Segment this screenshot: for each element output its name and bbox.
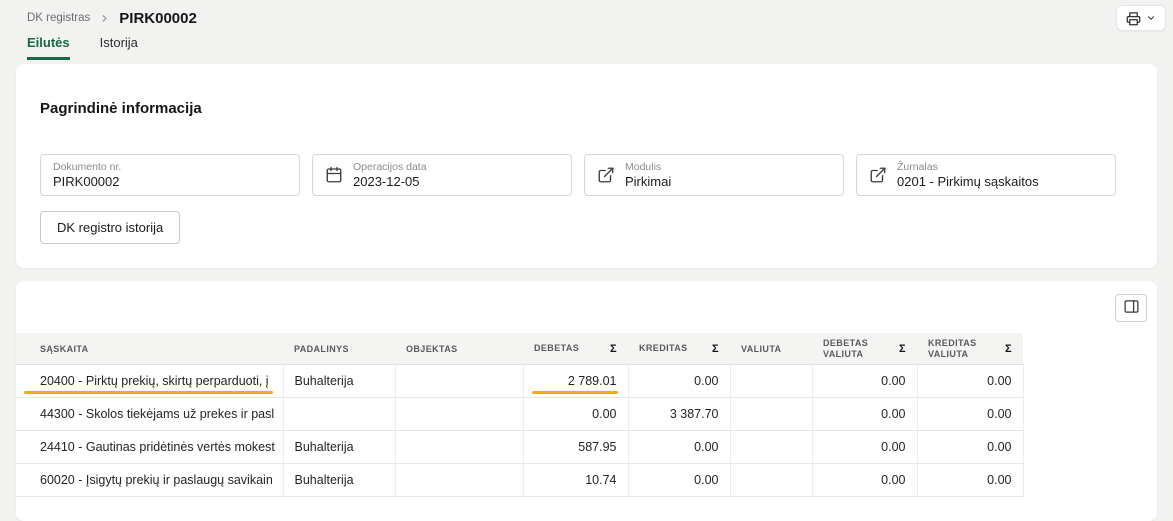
top-bar: DK registras PIRK00002 [0,0,1173,31]
field-label: Operacijos data [353,161,427,173]
sum-toggle-debetas-valiuta[interactable]: Σ [899,343,906,355]
column-header-objektas: OBJEKTAS [395,333,523,364]
column-header-saskaita: SĄSKAITA [16,333,283,364]
sum-toggle-kreditas[interactable]: Σ [712,343,719,355]
column-header-debetas-valiuta: DEBETAS VALIUTA [823,338,893,360]
printer-icon [1126,11,1141,26]
cell-objektas [395,463,523,496]
cell-padalinys [283,397,395,430]
operacijos-data-field[interactable]: Operacijos data 2023-12-05 [312,154,572,196]
cell-objektas [395,430,523,463]
table-row[interactable]: 44300 - Skolos tiekėjams už prekes ir pa… [16,397,1023,430]
sum-toggle-kreditas-valiuta[interactable]: Σ [1005,343,1012,355]
cell-kreditas-valiuta: 0.00 [917,364,1023,397]
print-button[interactable] [1116,5,1166,31]
cell-padalinys: Buhalterija [283,364,395,397]
cell-valiuta [730,463,812,496]
field-value: Pirkimai [625,174,671,189]
dk-registro-istorija-button[interactable]: DK registro istorija [40,211,180,244]
cell-saskaita: 60020 - Įsigytų prekių ir paslaugų savik… [16,463,283,496]
column-header-padalinys: PADALINYS [283,333,395,364]
cell-debetas: 2 789.01 [523,364,628,397]
cell-kreditas-valiuta: 0.00 [917,463,1023,496]
cell-kreditas: 0.00 [628,430,730,463]
cell-saskaita: 44300 - Skolos tiekėjams už prekes ir pa… [16,397,283,430]
cell-padalinys: Buhalterija [283,463,395,496]
section-title: Pagrindinė informacija [40,100,1133,118]
cell-padalinys: Buhalterija [283,430,395,463]
cell-kreditas-valiuta: 0.00 [917,430,1023,463]
breadcrumb-parent-link[interactable]: DK registras [27,12,90,24]
tab-bar: Eilutės Istorija [0,31,1173,60]
chevron-right-icon [99,13,110,24]
main-info-card: Pagrindinė informacija Dokumento nr. PIR… [16,64,1157,268]
cell-saskaita: 24410 - Gautinas pridėtinės vertės mokes… [16,430,283,463]
cell-debetas: 0.00 [523,397,628,430]
column-header-kreditas: KREDITAS [639,343,688,354]
cell-objektas [395,397,523,430]
table-toolbar [16,294,1157,333]
field-row: Dokumento nr. PIRK00002 Operacijos data … [40,154,1133,196]
field-label: Modulis [625,161,671,173]
cell-kreditas-valiuta: 0.00 [917,397,1023,430]
cell-debetas-valiuta: 0.00 [812,397,917,430]
column-header-valiuta: VALIUTA [730,333,812,364]
tab-eilutes[interactable]: Eilutės [27,35,70,60]
dokumento-nr-field[interactable]: Dokumento nr. PIRK00002 [40,154,300,196]
tab-istorija[interactable]: Istorija [100,35,138,60]
cell-debetas-valiuta: 0.00 [812,364,917,397]
field-value: 2023-12-05 [353,174,427,189]
chevron-down-icon [1146,13,1156,23]
external-link-icon[interactable] [869,166,887,184]
cell-kreditas: 0.00 [628,364,730,397]
lines-table-card: SĄSKAITA PADALINYS OBJEKTAS DEBETAS Σ KRE… [16,281,1157,521]
table-columns-icon [1123,298,1140,318]
table-row[interactable]: 24410 - Gautinas pridėtinės vertės mokes… [16,430,1023,463]
field-value: 0201 - Pirkimų sąskaitos [897,174,1039,189]
page: DK registras PIRK00002 Eilutės Istorija … [0,0,1173,521]
cell-debetas: 10.74 [523,463,628,496]
table-row[interactable]: 60020 - Įsigytų prekių ir paslaugų savik… [16,463,1023,496]
field-label: Dokumento nr. [53,161,121,173]
table-row[interactable]: 20400 - Pirktų prekių, skirtų perparduot… [16,364,1023,397]
lines-table: SĄSKAITA PADALINYS OBJEKTAS DEBETAS Σ KRE… [16,333,1024,497]
cell-objektas [395,364,523,397]
table-header-row: SĄSKAITA PADALINYS OBJEKTAS DEBETAS Σ KRE… [16,333,1023,364]
page-title: PIRK00002 [119,10,197,27]
external-link-icon[interactable] [597,166,615,184]
cell-kreditas: 3 387.70 [628,397,730,430]
cell-valiuta [730,430,812,463]
breadcrumb: DK registras PIRK00002 [27,10,197,27]
cell-kreditas: 0.00 [628,463,730,496]
cell-valiuta [730,397,812,430]
cell-debetas-valiuta: 0.00 [812,463,917,496]
modulis-field[interactable]: Modulis Pirkimai [584,154,844,196]
cell-valiuta [730,364,812,397]
cell-debetas-valiuta: 0.00 [812,430,917,463]
calendar-icon[interactable] [325,166,343,184]
field-label: Žurnalas [897,161,1039,173]
column-settings-button[interactable] [1115,294,1147,322]
cell-saskaita: 20400 - Pirktų prekių, skirtų perparduot… [16,364,283,397]
column-header-kreditas-valiuta: KREDITAS VALIUTA [928,338,999,360]
sum-toggle-debetas[interactable]: Σ [610,343,617,355]
zurnalas-field[interactable]: Žurnalas 0201 - Pirkimų sąskaitos [856,154,1116,196]
cell-debetas: 587.95 [523,430,628,463]
column-header-debetas: DEBETAS [534,343,579,354]
field-value: PIRK00002 [53,174,121,189]
